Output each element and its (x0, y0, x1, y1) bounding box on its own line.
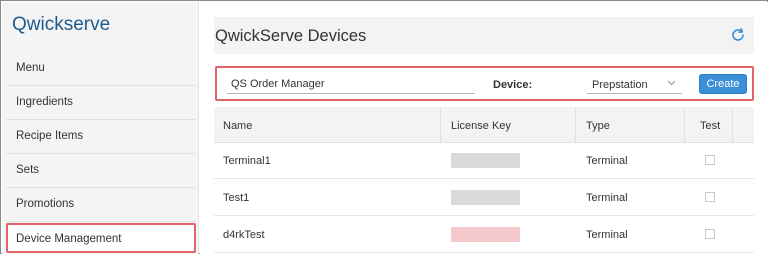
order-manager-input[interactable] (227, 75, 475, 94)
device-type: Terminal (586, 229, 628, 241)
device-type: Terminal (586, 192, 628, 204)
column-separator (575, 107, 576, 143)
column-header-license-key[interactable]: License Key (451, 120, 511, 132)
sidebar-item-menu[interactable]: Menu (16, 62, 45, 74)
page-title: QwickServe Devices (215, 27, 367, 45)
license-key-redacted (451, 190, 520, 205)
device-select[interactable]: Prepstation (587, 75, 682, 94)
brand-title: Qwickserve (12, 14, 111, 35)
table-header: Name License Key Type Test (214, 107, 754, 143)
column-separator (684, 107, 685, 143)
column-separator (732, 107, 733, 143)
license-key-redacted (451, 227, 520, 242)
sidebar-item-promotions[interactable]: Promotions (16, 198, 74, 210)
sidebar-item-label: Device Management (16, 233, 122, 245)
device-name: d4rkTest (223, 229, 265, 241)
device-filter-bar: Device: Prepstation Create (215, 66, 754, 101)
sidebar: Qwickserve Menu Ingredients Recipe Items… (2, 2, 199, 254)
device-label: Device: (493, 79, 533, 91)
table-row[interactable]: Terminal1 Terminal (214, 143, 754, 179)
main-content: QwickServe Devices Device: Prepstation C… (200, 2, 768, 254)
divider (6, 119, 196, 120)
device-select-value: Prepstation (592, 79, 648, 91)
column-header-test[interactable]: Test (700, 120, 720, 132)
license-key-redacted (451, 153, 520, 168)
sidebar-item-sets[interactable]: Sets (16, 164, 39, 176)
sidebar-item-device-management[interactable]: Device Management (6, 223, 196, 253)
sidebar-item-ingredients[interactable]: Ingredients (16, 96, 73, 108)
test-checkbox[interactable] (705, 192, 715, 202)
refresh-icon[interactable] (730, 27, 746, 43)
column-header-name[interactable]: Name (223, 120, 252, 132)
test-checkbox[interactable] (705, 155, 715, 165)
page-header: QwickServe Devices (214, 17, 754, 54)
table-row[interactable]: Test1 Terminal (214, 180, 754, 216)
device-type: Terminal (586, 155, 628, 167)
divider (6, 153, 196, 154)
device-name: Test1 (223, 192, 250, 204)
column-separator (440, 107, 441, 143)
sidebar-item-recipe-items[interactable]: Recipe Items (16, 130, 83, 142)
divider (6, 187, 196, 188)
table-row[interactable]: d4rkTest Terminal (214, 217, 754, 253)
test-checkbox[interactable] (705, 229, 715, 239)
chevron-down-icon (667, 80, 676, 86)
column-header-type[interactable]: Type (586, 120, 610, 132)
divider (6, 85, 196, 86)
divider (6, 221, 196, 222)
create-button[interactable]: Create (699, 74, 747, 94)
app-window: Qwickserve Menu Ingredients Recipe Items… (0, 0, 768, 254)
device-name: Terminal1 (223, 155, 271, 167)
